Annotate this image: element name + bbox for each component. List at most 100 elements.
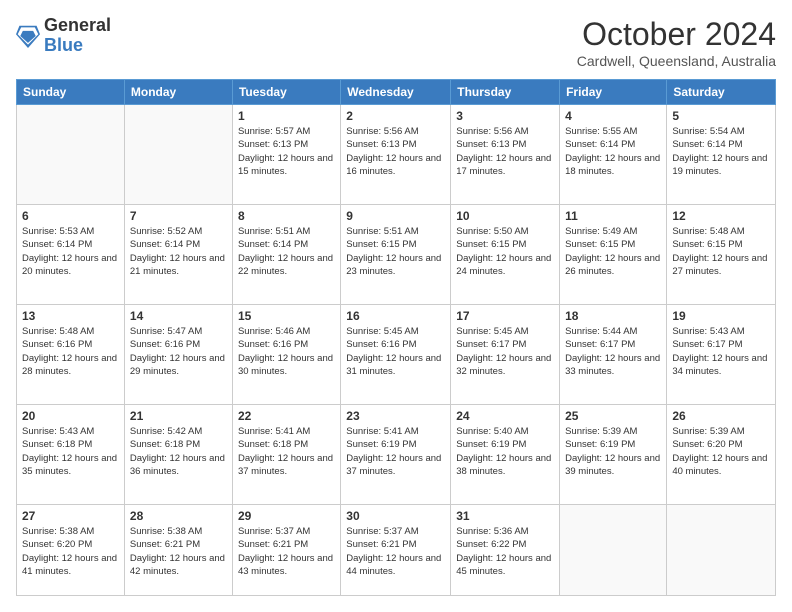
col-thursday: Thursday (451, 80, 560, 105)
day-info: Sunrise: 5:38 AM Sunset: 6:21 PM Dayligh… (130, 525, 227, 578)
day-number: 30 (346, 509, 445, 523)
col-friday: Friday (560, 80, 667, 105)
table-row: 10 Sunrise: 5:50 AM Sunset: 6:15 PM Dayli… (451, 205, 560, 305)
day-info: Sunrise: 5:42 AM Sunset: 6:18 PM Dayligh… (130, 425, 227, 478)
day-info: Sunrise: 5:57 AM Sunset: 6:13 PM Dayligh… (238, 125, 335, 178)
col-saturday: Saturday (667, 80, 776, 105)
day-number: 9 (346, 209, 445, 223)
day-number: 11 (565, 209, 661, 223)
day-number: 13 (22, 309, 119, 323)
month-title: October 2024 (577, 16, 776, 53)
day-info: Sunrise: 5:46 AM Sunset: 6:16 PM Dayligh… (238, 325, 335, 378)
day-number: 15 (238, 309, 335, 323)
location-subtitle: Cardwell, Queensland, Australia (577, 53, 776, 69)
day-info: Sunrise: 5:50 AM Sunset: 6:15 PM Dayligh… (456, 225, 554, 278)
table-row: 30Sunrise: 5:37 AM Sunset: 6:21 PM Dayli… (341, 505, 451, 596)
table-row: 24Sunrise: 5:40 AM Sunset: 6:19 PM Dayli… (451, 405, 560, 505)
day-number: 10 (456, 209, 554, 223)
day-number: 12 (672, 209, 770, 223)
day-info: Sunrise: 5:43 AM Sunset: 6:17 PM Dayligh… (672, 325, 770, 378)
day-number: 26 (672, 409, 770, 423)
day-number: 1 (238, 109, 335, 123)
day-number: 29 (238, 509, 335, 523)
day-number: 2 (346, 109, 445, 123)
calendar-table: Sunday Monday Tuesday Wednesday Thursday… (16, 79, 776, 596)
table-row (124, 105, 232, 205)
day-info: Sunrise: 5:41 AM Sunset: 6:18 PM Dayligh… (238, 425, 335, 478)
table-row: 1 Sunrise: 5:57 AM Sunset: 6:13 PM Daylig… (232, 105, 340, 205)
table-row: 12 Sunrise: 5:48 AM Sunset: 6:15 PM Dayli… (667, 205, 776, 305)
table-row: 20Sunrise: 5:43 AM Sunset: 6:18 PM Dayli… (17, 405, 125, 505)
logo: General Blue (16, 16, 111, 56)
title-section: October 2024 Cardwell, Queensland, Austr… (577, 16, 776, 69)
table-row: 28 Sunrise: 5:38 AM Sunset: 6:21 PM Dayli… (124, 505, 232, 596)
day-info: Sunrise: 5:38 AM Sunset: 6:20 PM Dayligh… (22, 525, 119, 578)
day-number: 14 (130, 309, 227, 323)
day-info: Sunrise: 5:48 AM Sunset: 6:16 PM Dayligh… (22, 325, 119, 378)
day-info: Sunrise: 5:39 AM Sunset: 6:20 PM Dayligh… (672, 425, 770, 478)
table-row: 22 Sunrise: 5:41 AM Sunset: 6:18 PM Dayli… (232, 405, 340, 505)
day-info: Sunrise: 5:55 AM Sunset: 6:14 PM Dayligh… (565, 125, 661, 178)
day-number: 25 (565, 409, 661, 423)
day-number: 23 (346, 409, 445, 423)
day-number: 7 (130, 209, 227, 223)
calendar-header-row: Sunday Monday Tuesday Wednesday Thursday… (17, 80, 776, 105)
day-info: Sunrise: 5:54 AM Sunset: 6:14 PM Dayligh… (672, 125, 770, 178)
table-row: 15 Sunrise: 5:46 AM Sunset: 6:16 PM Dayli… (232, 305, 340, 405)
page: General Blue October 2024 Cardwell, Quee… (0, 0, 792, 612)
day-number: 8 (238, 209, 335, 223)
table-row (667, 505, 776, 596)
day-number: 28 (130, 509, 227, 523)
table-row: 23 Sunrise: 5:41 AM Sunset: 6:19 PM Dayli… (341, 405, 451, 505)
col-sunday: Sunday (17, 80, 125, 105)
table-row: 7Sunrise: 5:52 AM Sunset: 6:14 PM Daylig… (124, 205, 232, 305)
table-row: 27 Sunrise: 5:38 AM Sunset: 6:20 PM Dayli… (17, 505, 125, 596)
logo-icon (16, 22, 40, 50)
day-number: 17 (456, 309, 554, 323)
day-number: 3 (456, 109, 554, 123)
day-number: 18 (565, 309, 661, 323)
table-row (17, 105, 125, 205)
col-monday: Monday (124, 80, 232, 105)
day-number: 22 (238, 409, 335, 423)
table-row: 31 Sunrise: 5:36 AM Sunset: 6:22 PM Dayli… (451, 505, 560, 596)
table-row: 9Sunrise: 5:51 AM Sunset: 6:15 PM Daylig… (341, 205, 451, 305)
day-number: 27 (22, 509, 119, 523)
day-info: Sunrise: 5:36 AM Sunset: 6:22 PM Dayligh… (456, 525, 554, 578)
day-info: Sunrise: 5:47 AM Sunset: 6:16 PM Dayligh… (130, 325, 227, 378)
day-info: Sunrise: 5:40 AM Sunset: 6:19 PM Dayligh… (456, 425, 554, 478)
table-row: 25 Sunrise: 5:39 AM Sunset: 6:19 PM Dayli… (560, 405, 667, 505)
table-row: 11 Sunrise: 5:49 AM Sunset: 6:15 PM Dayli… (560, 205, 667, 305)
day-number: 4 (565, 109, 661, 123)
table-row: 16Sunrise: 5:45 AM Sunset: 6:16 PM Dayli… (341, 305, 451, 405)
day-number: 19 (672, 309, 770, 323)
table-row: 2 Sunrise: 5:56 AM Sunset: 6:13 PM Daylig… (341, 105, 451, 205)
day-number: 21 (130, 409, 227, 423)
table-row: 26 Sunrise: 5:39 AM Sunset: 6:20 PM Dayli… (667, 405, 776, 505)
day-number: 16 (346, 309, 445, 323)
table-row: 3 Sunrise: 5:56 AM Sunset: 6:13 PM Daylig… (451, 105, 560, 205)
day-info: Sunrise: 5:51 AM Sunset: 6:14 PM Dayligh… (238, 225, 335, 278)
day-info: Sunrise: 5:45 AM Sunset: 6:17 PM Dayligh… (456, 325, 554, 378)
day-info: Sunrise: 5:41 AM Sunset: 6:19 PM Dayligh… (346, 425, 445, 478)
day-info: Sunrise: 5:44 AM Sunset: 6:17 PM Dayligh… (565, 325, 661, 378)
table-row: 19 Sunrise: 5:43 AM Sunset: 6:17 PM Dayli… (667, 305, 776, 405)
header: General Blue October 2024 Cardwell, Quee… (16, 16, 776, 69)
day-info: Sunrise: 5:39 AM Sunset: 6:19 PM Dayligh… (565, 425, 661, 478)
day-info: Sunrise: 5:37 AM Sunset: 6:21 PM Dayligh… (238, 525, 335, 578)
day-number: 5 (672, 109, 770, 123)
logo-text: General Blue (44, 16, 111, 56)
day-number: 31 (456, 509, 554, 523)
table-row: 18 Sunrise: 5:44 AM Sunset: 6:17 PM Dayli… (560, 305, 667, 405)
table-row: 8 Sunrise: 5:51 AM Sunset: 6:14 PM Daylig… (232, 205, 340, 305)
day-info: Sunrise: 5:48 AM Sunset: 6:15 PM Dayligh… (672, 225, 770, 278)
table-row: 4 Sunrise: 5:55 AM Sunset: 6:14 PM Daylig… (560, 105, 667, 205)
day-info: Sunrise: 5:56 AM Sunset: 6:13 PM Dayligh… (346, 125, 445, 178)
table-row: 6Sunrise: 5:53 AM Sunset: 6:14 PM Daylig… (17, 205, 125, 305)
table-row: 29 Sunrise: 5:37 AM Sunset: 6:21 PM Dayli… (232, 505, 340, 596)
day-info: Sunrise: 5:56 AM Sunset: 6:13 PM Dayligh… (456, 125, 554, 178)
day-info: Sunrise: 5:53 AM Sunset: 6:14 PM Dayligh… (22, 225, 119, 278)
logo-general: General (44, 15, 111, 35)
day-info: Sunrise: 5:49 AM Sunset: 6:15 PM Dayligh… (565, 225, 661, 278)
day-info: Sunrise: 5:43 AM Sunset: 6:18 PM Dayligh… (22, 425, 119, 478)
